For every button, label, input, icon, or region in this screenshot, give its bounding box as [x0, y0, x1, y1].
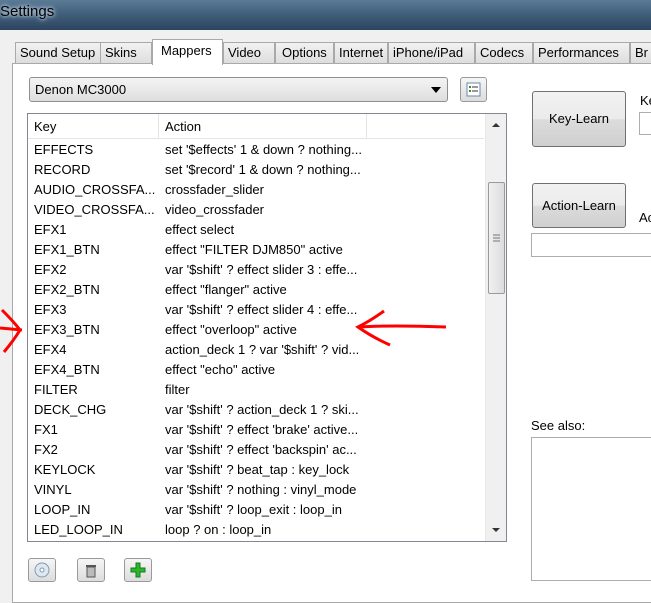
tab-sound-setup[interactable]: Sound Setup: [15, 42, 101, 64]
tab-codecs[interactable]: Codecs: [475, 42, 533, 64]
title-bar: Settings: [0, 0, 651, 30]
row-action: effect select: [165, 222, 235, 237]
row-action: effect "flanger" active: [165, 282, 287, 297]
tab-internet[interactable]: Internet: [334, 42, 388, 64]
table-header: Key Action: [28, 114, 484, 139]
window-title: Settings: [0, 3, 55, 20]
key-input[interactable]: [639, 112, 651, 135]
column-header-action[interactable]: Action: [159, 114, 367, 138]
action-label: Ac: [639, 210, 651, 225]
table-row[interactable]: LED_LOOP_IN loop ? on : loop_in: [28, 520, 484, 540]
row-key: KEYLOCK: [34, 462, 96, 477]
table-row[interactable]: FX1 var '$shift' ? effect 'brake' active.…: [28, 420, 484, 440]
disc-icon: [34, 562, 50, 578]
row-key: VINYL: [34, 482, 72, 497]
list-icon: [466, 82, 481, 97]
scroll-down-icon[interactable]: [486, 521, 506, 539]
table-row[interactable]: DECK_CHG var '$shift' ? action_deck 1 ? s…: [28, 400, 484, 420]
row-action: var '$shift' ? effect slider 4 : effe...: [165, 302, 358, 317]
table-row[interactable]: EFX1_BTN effect "FILTER DJM850" active: [28, 240, 484, 260]
table-row[interactable]: EFFECTS set '$effects' 1 & down ? nothing…: [28, 140, 484, 160]
row-key: LED_LOOP_IN: [34, 522, 123, 537]
see-also-label: See also:: [531, 418, 586, 433]
table-row[interactable]: FX2 var '$shift' ? effect 'backspin' ac..…: [28, 440, 484, 460]
row-key: VIDEO_CROSSFA...: [34, 202, 155, 217]
vertical-scrollbar[interactable]: [485, 114, 506, 541]
row-action: effect "overloop" active: [165, 322, 297, 337]
row-key: EFX1_BTN: [34, 242, 100, 257]
key-label: Ke: [640, 93, 651, 108]
mapper-select-value: Denon MC3000: [35, 82, 127, 97]
row-action: set '$record' 1 & down ? nothing...: [165, 162, 361, 177]
left-red-arrow-annotation: [0, 308, 23, 353]
row-key: EFX3: [34, 302, 67, 317]
column-header-key[interactable]: Key: [28, 114, 159, 138]
row-key: EFX3_BTN: [34, 322, 100, 337]
table-row[interactable]: FILTER filter: [28, 380, 484, 400]
table-row[interactable]: EFX1 effect select: [28, 220, 484, 240]
tab-skins[interactable]: Skins: [100, 42, 152, 64]
row-key: FILTER: [34, 382, 78, 397]
plus-icon: [130, 562, 146, 578]
row-action: var '$shift' ? nothing : vinyl_mode: [165, 482, 357, 497]
row-action: video_crossfader: [165, 202, 264, 217]
table-row[interactable]: EFX4_BTN effect "echo" active: [28, 360, 484, 380]
row-key: FX1: [34, 422, 58, 437]
tab-options[interactable]: Options: [275, 42, 334, 64]
row-key: EFX2: [34, 262, 67, 277]
row-key: DECK_CHG: [34, 402, 107, 417]
row-action: var '$shift' ? loop_exit : loop_in: [165, 502, 342, 517]
chevron-down-icon: [431, 87, 441, 93]
table-row[interactable]: KEYLOCK var '$shift' ? beat_tap : key_loc…: [28, 460, 484, 480]
row-key: EFX4: [34, 342, 67, 357]
table-row[interactable]: VINYL var '$shift' ? nothing : vinyl_mode: [28, 480, 484, 500]
table-row[interactable]: VIDEO_CROSSFA... video_crossfader: [28, 200, 484, 220]
row-action: crossfader_slider: [165, 182, 264, 197]
row-action: action_deck 1 ? var '$shift' ? vid...: [165, 342, 360, 357]
delete-button[interactable]: [77, 558, 105, 582]
row-action: set '$effects' 1 & down ? nothing...: [165, 142, 362, 157]
row-action: var '$shift' ? effect 'brake' active...: [165, 422, 359, 437]
mapper-select[interactable]: Denon MC3000: [29, 77, 448, 102]
row-key: EFX4_BTN: [34, 362, 100, 377]
row-action: filter: [165, 382, 190, 397]
row-key: AUDIO_CROSSFA...: [34, 182, 156, 197]
add-button[interactable]: [124, 558, 152, 582]
table-row[interactable]: LOOP_IN var '$shift' ? loop_exit : loop_i…: [28, 500, 484, 520]
row-action: var '$shift' ? action_deck 1 ? ski...: [165, 402, 359, 417]
row-action: effect "echo" active: [165, 362, 276, 377]
row-action: var '$shift' ? effect slider 3 : effe...: [165, 262, 358, 277]
row-action: loop ? on : loop_in: [165, 522, 272, 537]
tab-strip: Sound Setup Skins Mappers Video Options …: [13, 39, 651, 65]
right-red-arrow-annotation: [355, 309, 447, 347]
key-learn-button[interactable]: Key-Learn: [532, 91, 626, 147]
table-row[interactable]: EFX2_BTN effect "flanger" active: [28, 280, 484, 300]
tab-performances[interactable]: Performances: [533, 42, 630, 64]
row-key: EFX1: [34, 222, 67, 237]
row-key: EFFECTS: [34, 142, 94, 157]
reset-button[interactable]: [28, 558, 56, 582]
row-action: effect "FILTER DJM850" active: [165, 242, 343, 257]
table-row[interactable]: RECORD set '$record' 1 & down ? nothing..…: [28, 160, 484, 180]
action-learn-button[interactable]: Action-Learn: [532, 183, 626, 228]
row-key: EFX2_BTN: [34, 282, 100, 297]
row-key: RECORD: [34, 162, 91, 177]
see-also-box[interactable]: [531, 437, 651, 581]
scrollbar-thumb[interactable]: [488, 182, 505, 294]
tab-video[interactable]: Video: [223, 42, 275, 64]
table-row[interactable]: EFX2 var '$shift' ? effect slider 3 : eff…: [28, 260, 484, 280]
table-row[interactable]: AUDIO_CROSSFA... crossfader_slider: [28, 180, 484, 200]
row-action: var '$shift' ? effect 'backspin' ac...: [165, 442, 357, 457]
mapper-options-button[interactable]: [460, 77, 487, 102]
tab-iphone-ipad[interactable]: iPhone/iPad: [388, 42, 475, 64]
row-key: FX2: [34, 442, 58, 457]
row-action: var '$shift' ? beat_tap : key_lock: [165, 462, 350, 477]
trash-icon: [86, 565, 96, 578]
row-key: LOOP_IN: [34, 502, 91, 517]
scroll-up-icon[interactable]: [486, 116, 506, 134]
tab-mappers[interactable]: Mappers: [152, 39, 223, 65]
tab-browser[interactable]: Br: [630, 42, 651, 64]
action-input[interactable]: [531, 233, 651, 257]
